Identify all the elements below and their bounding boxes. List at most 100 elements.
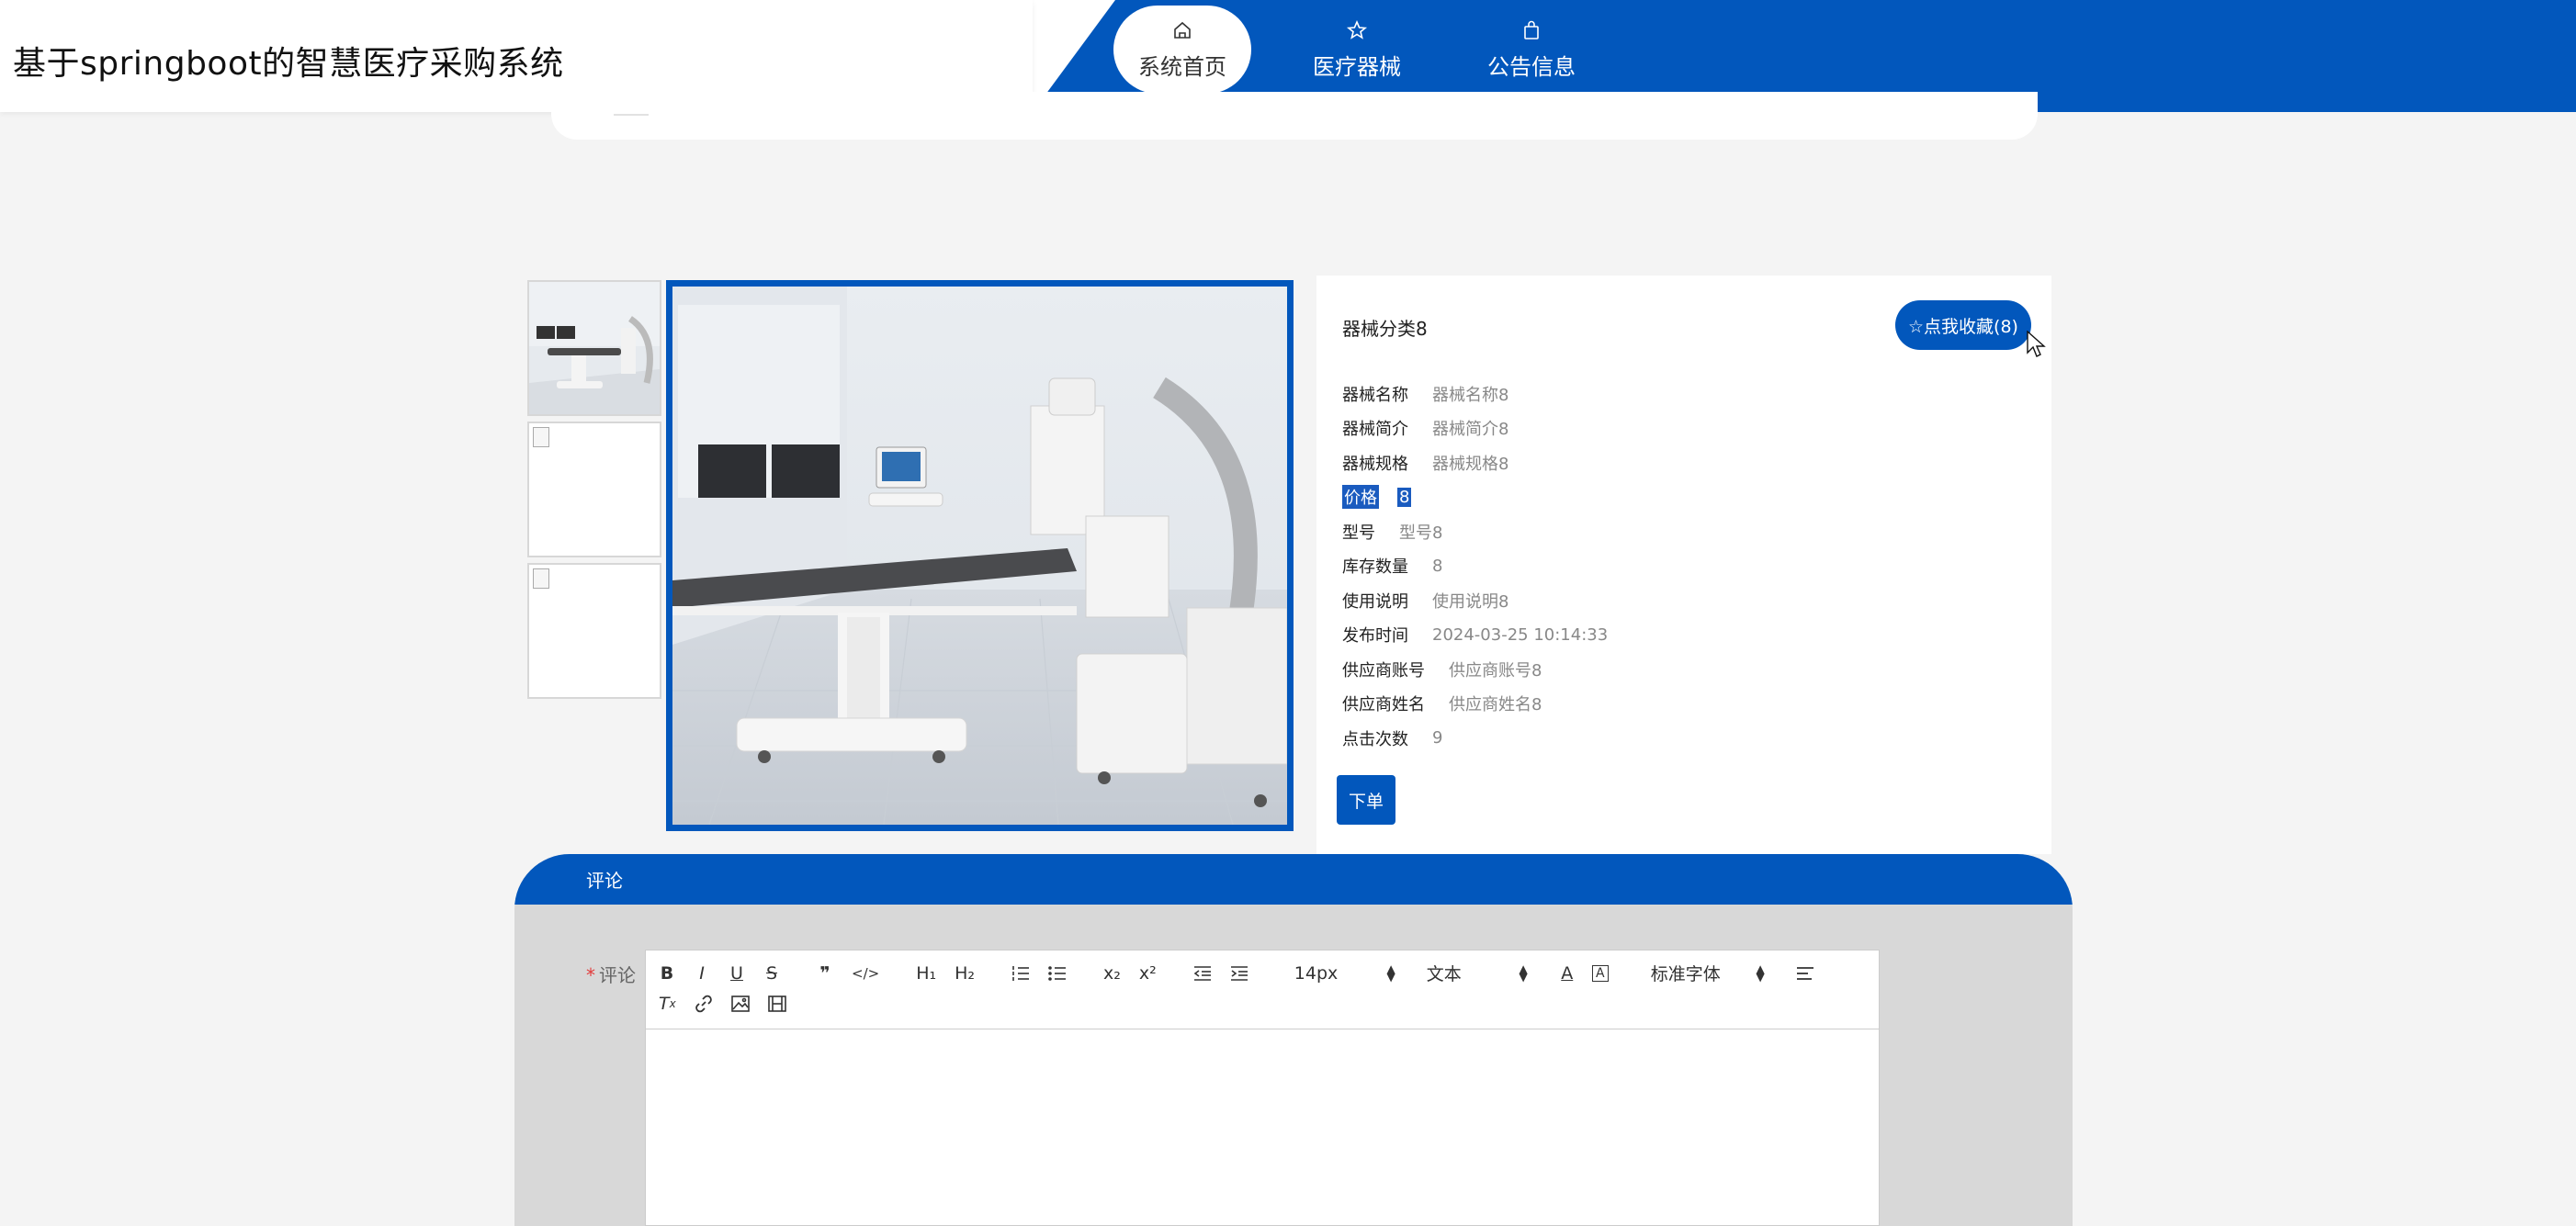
star-icon <box>1346 19 1368 41</box>
field-row: 点击次数 9 <box>1342 721 1608 756</box>
font-family-select[interactable]: 标准字体 ▲ ▼ <box>1651 961 1765 985</box>
field-row: 供应商账号 供应商账号8 <box>1342 652 1608 687</box>
image-icon[interactable] <box>730 995 750 1012</box>
comment-editor-input[interactable] <box>646 1029 1879 1225</box>
comment-field-label: * 评论 <box>586 961 636 987</box>
underline-icon[interactable]: U <box>729 963 745 984</box>
nav-item-notices[interactable]: 公告信息 <box>1463 6 1600 94</box>
field-label: 价格 <box>1342 485 1379 510</box>
field-value: 使用说明8 <box>1432 591 1509 612</box>
comment-section: 评论 * 评论 B I U S ❞ </> H₁ H₂ x₂ x² 14px ▲… <box>514 854 2073 1226</box>
italic-icon[interactable]: I <box>694 963 710 984</box>
field-label: 型号 <box>1342 523 1375 543</box>
select-arrows-icon: ▲ ▼ <box>1386 962 1395 984</box>
field-label: 发布时间 <box>1342 626 1408 647</box>
text-type-select[interactable]: 文本 ▲ ▼ <box>1427 961 1528 985</box>
bullet-list-icon[interactable] <box>1048 965 1067 982</box>
field-value: 8 <box>1397 487 1412 507</box>
superscript-icon[interactable]: x² <box>1139 963 1157 984</box>
blockquote-icon[interactable]: ❞ <box>817 963 833 984</box>
field-row: 发布时间 2024-03-25 10:14:33 <box>1342 618 1608 653</box>
indent-icon[interactable] <box>1230 965 1248 982</box>
thumbnail-1[interactable] <box>527 280 661 416</box>
field-value: 器械简介8 <box>1432 420 1509 440</box>
code-block-icon[interactable]: </> <box>852 965 879 982</box>
link-icon[interactable] <box>695 995 713 1013</box>
thumbnail-list <box>527 280 661 704</box>
heading-1-icon[interactable]: H₁ <box>916 963 936 984</box>
thumbnail-3[interactable] <box>527 563 661 699</box>
field-value: 供应商姓名8 <box>1449 695 1542 715</box>
align-icon[interactable] <box>1796 965 1814 982</box>
nav-item-label: 医疗器械 <box>1313 53 1401 80</box>
heading-2-icon[interactable]: H₂ <box>955 963 975 984</box>
mouse-pointer-icon <box>2027 331 2046 357</box>
required-mark: * <box>586 964 595 986</box>
field-value: 器械名称8 <box>1432 385 1509 405</box>
field-row-price: 价格 8 <box>1342 480 1608 515</box>
field-value: 8 <box>1432 556 1443 576</box>
clear-format-icon[interactable]: Tx <box>659 994 676 1014</box>
field-label: 供应商账号 <box>1342 660 1425 680</box>
favorite-button[interactable]: ☆点我收藏(8) <box>1895 300 2031 350</box>
main-nav: 系统首页 医疗器械 公告信息 <box>1113 4 1637 96</box>
font-size-select[interactable]: 14px ▲ ▼ <box>1294 963 1395 984</box>
font-color-icon[interactable]: A <box>1559 963 1576 984</box>
site-title: 基于springboot的智慧医疗采购系统 <box>13 45 564 83</box>
field-value: 9 <box>1432 728 1443 748</box>
operating-room-image <box>672 287 1287 825</box>
bag-icon <box>1520 19 1542 41</box>
nav-item-label: 公告信息 <box>1487 53 1576 80</box>
bold-icon[interactable]: B <box>659 963 675 984</box>
field-label: 器械名称 <box>1342 385 1408 405</box>
broken-image-icon <box>533 568 549 589</box>
operating-room-thumbnail-image <box>529 282 660 414</box>
background-color-icon[interactable]: A <box>1591 964 1609 982</box>
field-value: 2024-03-25 10:14:33 <box>1432 624 1609 645</box>
product-fields: 器械名称 器械名称8 器械简介 器械简介8 器械规格 器械规格8 价格 8 型号… <box>1342 377 1608 756</box>
field-label: 点击次数 <box>1342 729 1408 749</box>
subscript-icon[interactable]: x₂ <box>1103 963 1121 984</box>
font-size-value: 14px <box>1294 962 1339 984</box>
breadcrumb-divider <box>614 108 649 116</box>
field-row: 器械名称 器械名称8 <box>1342 377 1608 411</box>
text-type-value: 文本 <box>1426 964 1462 984</box>
field-value: 器械规格8 <box>1432 454 1509 474</box>
field-row: 器械规格 器械规格8 <box>1342 445 1608 480</box>
ordered-list-icon[interactable] <box>1011 965 1030 982</box>
field-label: 库存数量 <box>1342 557 1408 578</box>
field-row: 库存数量 8 <box>1342 549 1608 584</box>
product-main-image[interactable] <box>666 280 1294 831</box>
field-value: 型号8 <box>1399 523 1443 543</box>
nav-item-home[interactable]: 系统首页 <box>1113 6 1251 94</box>
field-label: 器械规格 <box>1342 454 1408 474</box>
rich-text-editor: B I U S ❞ </> H₁ H₂ x₂ x² 14px ▲ ▼ 文本 ▲ … <box>645 950 1880 1226</box>
field-row: 使用说明 使用说明8 <box>1342 583 1608 618</box>
font-family-value: 标准字体 <box>1650 964 1721 984</box>
editor-toolbar: B I U S ❞ </> H₁ H₂ x₂ x² 14px ▲ ▼ 文本 ▲ … <box>646 950 1879 1029</box>
broken-image-icon <box>533 427 549 447</box>
field-label: 供应商姓名 <box>1342 695 1425 715</box>
select-arrows-icon: ▲ ▼ <box>1756 962 1765 984</box>
field-value: 供应商账号8 <box>1449 660 1542 680</box>
field-label: 使用说明 <box>1342 591 1408 612</box>
thumbnail-2[interactable] <box>527 422 661 557</box>
order-button[interactable]: 下单 <box>1337 775 1395 825</box>
comment-label-text: 评论 <box>599 964 636 986</box>
comment-section-title: 评论 <box>514 854 2073 905</box>
favorite-button-label: ☆点我收藏(8) <box>1908 316 2018 337</box>
select-arrows-icon: ▲ ▼ <box>1519 962 1528 984</box>
home-icon <box>1171 19 1193 41</box>
field-label: 器械简介 <box>1342 420 1408 440</box>
field-row: 器械简介 器械简介8 <box>1342 411 1608 446</box>
breadcrumb-card <box>551 92 2038 140</box>
video-icon[interactable] <box>767 995 786 1012</box>
product-category: 器械分类8 <box>1342 318 1428 340</box>
outdent-icon[interactable] <box>1193 965 1212 982</box>
strikethrough-icon[interactable]: S <box>763 963 780 984</box>
field-row: 型号 型号8 <box>1342 514 1608 549</box>
product-info-panel: 器械分类8 ☆点我收藏(8) 器械名称 器械名称8 器械简介 器械简介8 器械规… <box>1316 276 2051 854</box>
field-row: 供应商姓名 供应商姓名8 <box>1342 687 1608 722</box>
nav-item-devices[interactable]: 医疗器械 <box>1288 6 1426 94</box>
nav-item-label: 系统首页 <box>1138 53 1226 80</box>
